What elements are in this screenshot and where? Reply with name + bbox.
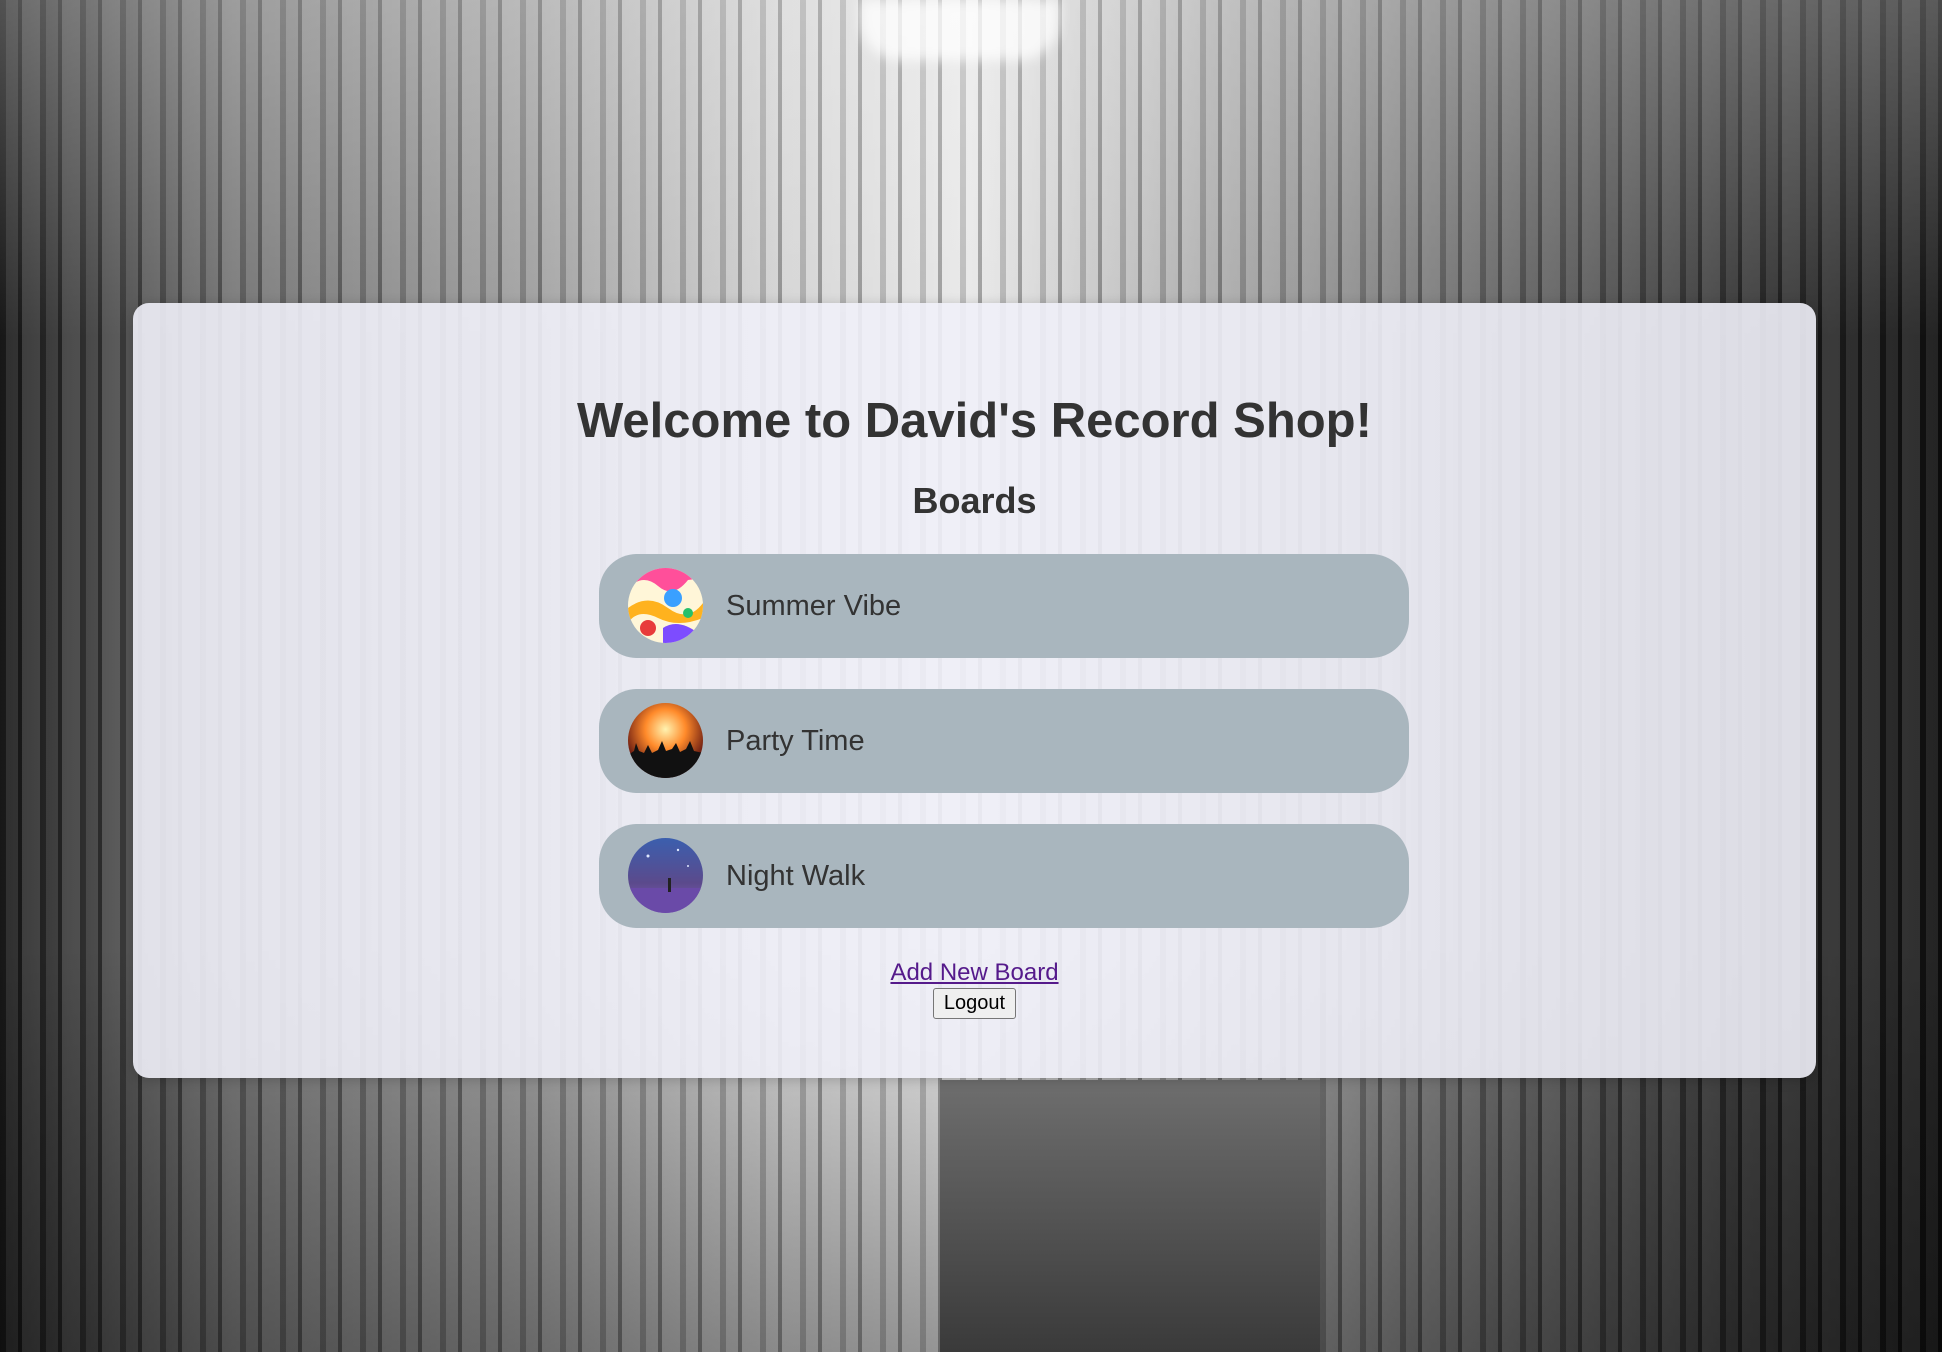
party-time-crowd-icon <box>628 703 703 778</box>
page-title: Welcome to David's Record Shop! <box>577 394 1372 448</box>
add-board-link-wrap: Add New Board <box>133 959 1816 987</box>
boards-heading: Boards <box>912 480 1037 521</box>
main-card: Welcome to David's Record Shop! Boards S… <box>133 303 1816 1078</box>
logout-button[interactable]: Logout <box>932 988 1017 1019</box>
board-list: Summer Vibe Party Time Night Walk <box>599 554 1409 959</box>
board-item-night-walk[interactable]: Night Walk <box>599 824 1409 928</box>
aisle-floor <box>940 1080 1320 1352</box>
board-label: Summer Vibe <box>726 590 902 622</box>
ceiling-light <box>860 0 1060 60</box>
board-label: Night Walk <box>726 860 866 892</box>
summer-vibe-art-icon <box>628 568 703 643</box>
board-item-party-time[interactable]: Party Time <box>599 689 1409 793</box>
logout-wrap: Logout <box>133 988 1816 1019</box>
night-walk-art-icon <box>628 838 703 913</box>
add-new-board-link[interactable]: Add New Board <box>890 959 1058 986</box>
board-label: Party Time <box>726 725 865 757</box>
board-item-summer-vibe[interactable]: Summer Vibe <box>599 554 1409 658</box>
